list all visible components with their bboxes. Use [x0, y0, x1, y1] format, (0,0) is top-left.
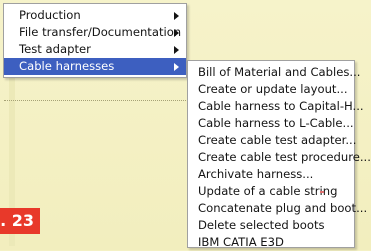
menu-item-cable-harnesses[interactable]: Cable harnesses: [4, 58, 186, 75]
submenu-item-label: Cable harness to Capital-H...: [198, 99, 364, 113]
submenu-item-label: Create or update layout...: [198, 82, 348, 96]
dotted-divider: [4, 100, 190, 101]
submenu-item-archivate[interactable]: Archivate harness...: [188, 166, 354, 183]
submenu-item-label: Update of a cable string: [198, 184, 338, 198]
submenu-item-update-string[interactable]: Update of a cable string: [188, 183, 354, 200]
cable-harnesses-submenu: Bill of Material and Cables... Create or…: [187, 60, 371, 251]
stray-mark: [320, 191, 324, 193]
menu-item-label: Production: [19, 8, 81, 22]
menu-item-production[interactable]: Production: [4, 7, 186, 24]
submenu-item-delete-boots[interactable]: Delete selected boots: [188, 217, 354, 234]
submenu-item-test-adapter[interactable]: Create cable test adapter...: [188, 132, 357, 149]
menu-item-file-transfer[interactable]: File transfer/Documentation: [4, 24, 186, 41]
submenu-item-label: Cable harness to L-Cable...: [198, 116, 354, 130]
submenu-arrow-icon: [174, 12, 179, 20]
submenu-arrow-icon: [174, 29, 179, 37]
submenu-item-label: Delete selected boots: [198, 218, 325, 232]
submenu-item-label: IBM CATIA E3D: [198, 235, 284, 249]
submenu-item-label: Concatenate plug and boot...: [198, 201, 368, 215]
submenu-item-label: Bill of Material and Cables...: [198, 65, 361, 79]
menu-item-label: Cable harnesses: [19, 59, 115, 73]
submenu-item-create-layout[interactable]: Create or update layout...: [188, 81, 354, 98]
submenu-item-label: Archivate harness...: [198, 167, 314, 181]
submenu-item-concatenate[interactable]: Concatenate plug and boot...: [188, 200, 367, 217]
submenu-item-bill-of-material[interactable]: Bill of Material and Cables...: [188, 64, 360, 81]
submenu-item-l-cable[interactable]: Cable harness to L-Cable...: [188, 115, 354, 132]
submenu-item-catia-e3d[interactable]: IBM CATIA E3D: [188, 234, 354, 251]
submenu-arrow-icon: [174, 46, 179, 54]
submenu-item-capital-h[interactable]: Cable harness to Capital-H...: [188, 98, 364, 115]
figure-number-badge: . 23: [0, 208, 40, 234]
submenu-item-label: Create cable test procedure...: [198, 150, 371, 164]
menu-item-test-adapter[interactable]: Test adapter: [4, 41, 186, 58]
submenu-item-label: Create cable test adapter...: [198, 133, 357, 147]
main-context-menu: Production File transfer/Documentation T…: [3, 3, 187, 78]
submenu-item-test-procedure[interactable]: Create cable test procedure...: [188, 149, 371, 166]
menu-item-label: Test adapter: [19, 42, 91, 56]
submenu-arrow-icon: [174, 63, 179, 71]
menu-item-label: File transfer/Documentation: [19, 25, 182, 39]
